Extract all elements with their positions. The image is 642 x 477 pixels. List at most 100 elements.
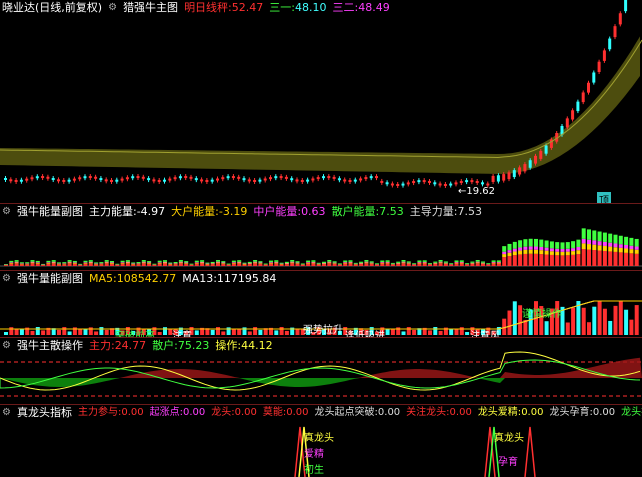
energy-bar	[88, 262, 93, 264]
gear-icon[interactable]: ⚙	[2, 339, 11, 353]
energy-bar	[502, 251, 507, 255]
energy-bar	[534, 246, 538, 250]
energy-bar	[571, 251, 576, 255]
energy-bar	[216, 263, 220, 266]
volume-bar	[401, 331, 406, 335]
volume-bar	[592, 306, 597, 335]
volume-title[interactable]: 强牛量能副图	[17, 272, 83, 286]
energy-bar	[253, 261, 258, 263]
energy-bar	[332, 261, 337, 263]
energy-bar	[30, 261, 35, 263]
gear-icon[interactable]: ⚙	[2, 272, 11, 286]
volume-panel[interactable]: ⚙ 强牛量能副图 MA5: 108542.77 MA13: 117195.84 …	[0, 271, 642, 337]
energy-bar	[454, 263, 459, 266]
energy-bar	[359, 262, 364, 264]
energy-bar	[110, 260, 114, 263]
energy-bar	[592, 250, 597, 266]
energy-bar	[322, 264, 326, 266]
energy-bar	[35, 262, 40, 264]
candle-body	[46, 176, 50, 179]
energy-bar	[231, 262, 236, 263]
volume-header: ⚙ 强牛量能副图 MA5: 108542.77 MA13: 117195.84	[0, 271, 276, 287]
energy-bar	[549, 251, 554, 255]
energy-panel[interactable]: ⚙ 强牛能量副图 主力能量:-4.97 大户能量:-3.19 中户能量:0.63 散户…	[0, 204, 642, 270]
energy-bar	[221, 262, 226, 264]
energy-bar	[311, 263, 316, 266]
candle-body	[263, 178, 267, 181]
energy-bar	[481, 261, 485, 263]
candle-body	[216, 178, 219, 181]
energy-bar	[380, 262, 385, 264]
energy-bar	[576, 247, 581, 251]
energy-bar	[613, 251, 618, 266]
energy-bar	[99, 264, 104, 266]
energy-bar	[385, 261, 390, 263]
energy-title[interactable]: 强牛能量副图	[17, 205, 83, 219]
operation-label: 散户:	[152, 339, 178, 352]
energy-bar	[173, 264, 178, 266]
tomorrow-label: 明日线秤:	[184, 1, 232, 14]
energy-bar	[465, 264, 470, 266]
energy-bar	[390, 264, 395, 266]
gear-icon[interactable]: ⚙	[2, 406, 11, 420]
candle-body	[4, 178, 7, 180]
energy-bar	[592, 240, 597, 245]
dragon-title[interactable]: 真龙头指标	[17, 406, 72, 420]
energy-bar	[454, 261, 459, 263]
volume-bar	[613, 305, 618, 335]
energy-bar	[178, 260, 183, 262]
energy-bar	[613, 247, 618, 252]
energy-bar	[512, 248, 517, 252]
candle-body	[438, 183, 442, 186]
energy-bar	[359, 261, 364, 263]
energy-bar	[449, 264, 454, 266]
energy-bar	[486, 263, 491, 264]
volume-bar	[295, 328, 300, 335]
energy-bar	[406, 263, 411, 266]
energy-bar	[438, 260, 443, 262]
candle-body	[364, 177, 368, 180]
candle-body	[99, 178, 103, 181]
energy-bar	[300, 263, 305, 265]
energy-bar	[125, 261, 130, 263]
energy-bar	[327, 260, 332, 262]
main-chart-panel[interactable]: 晓业达(日线,前复权) ⚙ 猎强牛主图 明日线秤: 52.47 三一: 48.1…	[0, 0, 642, 203]
energy-bar	[168, 263, 173, 265]
operation-title[interactable]: 强牛主散操作	[17, 339, 83, 353]
volume-bar	[78, 328, 83, 335]
energy-bar	[284, 262, 289, 264]
energy-bar	[624, 252, 629, 266]
energy-bar	[83, 262, 88, 264]
energy-bar	[104, 262, 109, 264]
energy-bar	[518, 254, 523, 266]
energy-bar	[258, 263, 263, 264]
energy-bar	[216, 262, 220, 264]
energy-bar	[67, 261, 72, 263]
energy-bar	[396, 264, 401, 266]
gear-icon[interactable]: ⚙	[108, 1, 117, 15]
energy-bar	[88, 263, 93, 266]
energy-bar	[200, 263, 205, 266]
energy-bar	[401, 262, 406, 264]
candlestick-chart[interactable]	[0, 0, 642, 203]
energy-bar	[72, 262, 77, 263]
candle-body	[173, 177, 177, 180]
dragon-panel[interactable]: ⚙ 真龙头指标 主力参与:0.00 起涨点:0.00 龙头:0.00 莫能:0.00 龙…	[0, 405, 642, 477]
volume-bar	[507, 310, 512, 335]
operation-panel[interactable]: ⚙ 强牛主散操作 主力:24.77 散户:75.23 操作:44.12	[0, 338, 642, 404]
energy-bar	[618, 244, 623, 248]
energy-bar	[629, 253, 634, 266]
candle-body	[242, 178, 246, 181]
volume-bar	[237, 328, 242, 335]
energy-bar	[30, 262, 35, 264]
energy-bar	[67, 260, 72, 262]
energy-bar	[406, 262, 411, 264]
energy-bar	[322, 262, 326, 264]
overlay-label: 突破前高	[115, 331, 155, 337]
gear-icon[interactable]: ⚙	[2, 205, 11, 219]
energy-bar	[226, 263, 231, 265]
energy-bar	[597, 241, 602, 246]
indicator-name[interactable]: 猎强牛主图	[123, 1, 178, 15]
energy-bar	[565, 242, 570, 249]
energy-bar	[25, 264, 30, 266]
